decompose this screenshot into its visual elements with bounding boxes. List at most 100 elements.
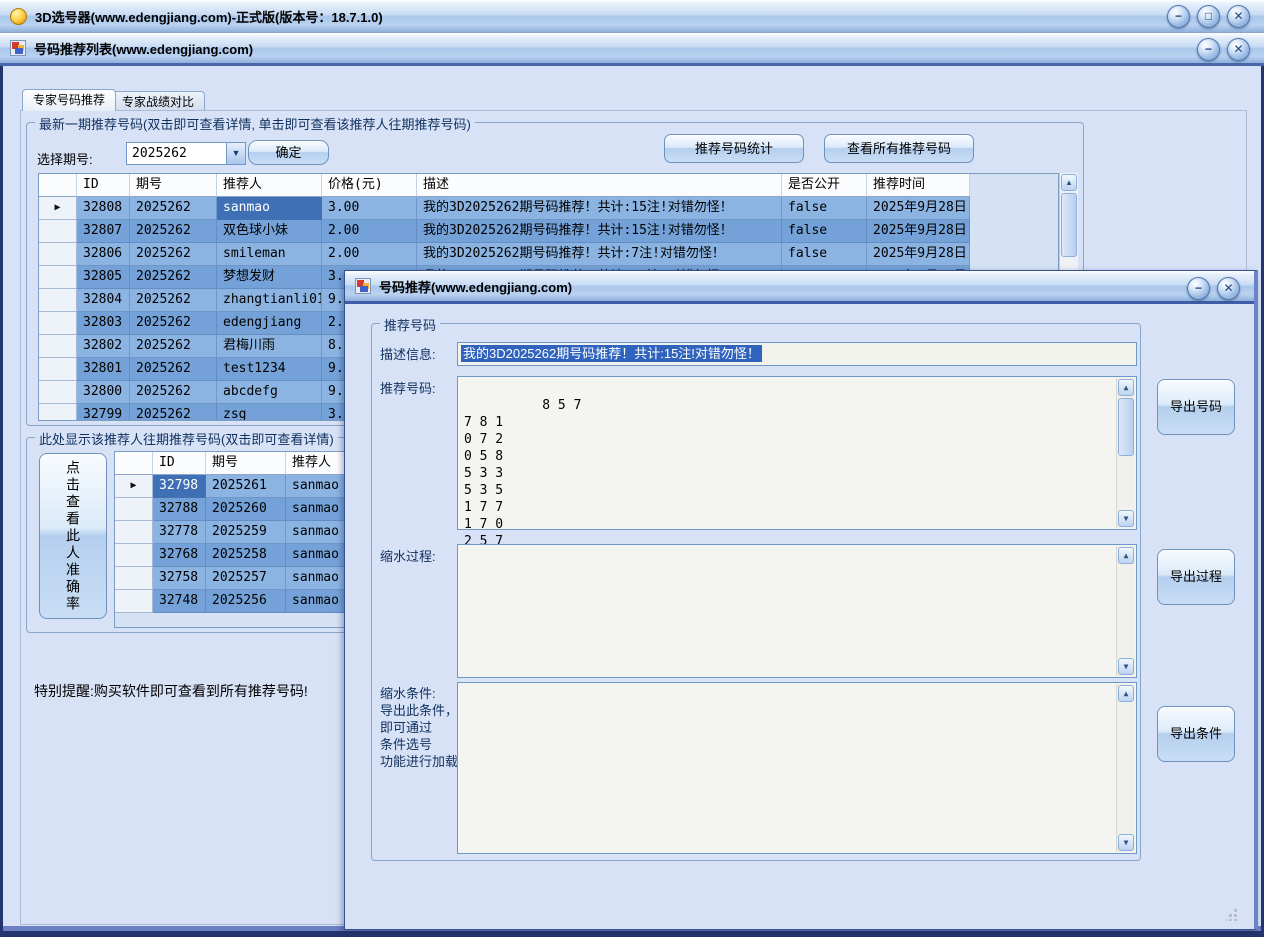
- cell: 描述: [417, 174, 782, 197]
- cell: zsg: [217, 404, 322, 421]
- cell: 期号: [206, 452, 286, 475]
- table-row[interactable]: 328072025262双色球小妹2.00我的3D2025262期号码推荐！共计…: [39, 220, 970, 243]
- export-numbers-button[interactable]: 导出号码: [1157, 379, 1235, 435]
- cell: [115, 590, 153, 613]
- minimize-button[interactable]: −: [1167, 5, 1190, 28]
- cell: 我的3D2025262期号码推荐！共计:15注!对错勿怪！: [417, 220, 782, 243]
- confirm-button[interactable]: 确定: [248, 140, 329, 165]
- cell: 32788: [153, 498, 206, 521]
- cell: 2025258: [206, 544, 286, 567]
- group-title: 推荐号码: [380, 315, 440, 334]
- list-window-title: 号码推荐列表(www.edengjiang.com): [34, 39, 253, 58]
- resize-grip-icon[interactable]: [1226, 909, 1238, 921]
- numbers-label: 推荐号码:: [380, 380, 436, 397]
- tab-expert-recommend[interactable]: 专家号码推荐: [22, 89, 116, 111]
- scroll-up-icon[interactable]: ▲: [1118, 379, 1134, 396]
- minimize-button[interactable]: −: [1197, 38, 1220, 61]
- cell: 2025262: [130, 289, 217, 312]
- main-window-titlebar: 3D选号器(www.edengjiang.com)-正式版(版本号：18.7.1…: [0, 0, 1264, 33]
- cell: 期号: [130, 174, 217, 197]
- cell: 2025256: [206, 590, 286, 613]
- cell: 3.00: [322, 197, 417, 220]
- form-app-icon: [355, 278, 371, 294]
- cell: ▶: [115, 475, 153, 498]
- textarea-scrollbar[interactable]: ▲ ▼: [1116, 546, 1135, 676]
- reminder-text: 特别提醒:购买软件即可查看到所有推荐号码!: [34, 681, 308, 701]
- cell: 双色球小妹: [217, 220, 322, 243]
- condition-textarea[interactable]: ▲ ▼: [457, 682, 1137, 854]
- dialog-title: 号码推荐(www.edengjiang.com): [379, 277, 572, 296]
- scroll-up-icon[interactable]: ▲: [1061, 174, 1077, 191]
- scroll-down-icon[interactable]: ▼: [1118, 510, 1134, 527]
- minimize-button[interactable]: −: [1187, 277, 1210, 300]
- cell: 2025262: [130, 381, 217, 404]
- cell: 32805: [77, 266, 130, 289]
- cell: sanmao: [217, 197, 322, 220]
- tab-expert-compare[interactable]: 专家战绩对比: [111, 91, 205, 111]
- accuracy-button[interactable]: 点击查看此人准确率: [39, 453, 107, 619]
- numbers-text: 8 5 7 7 8 1 0 7 2 0 5 8 5 3 3 5 3 5 1 7 …: [464, 398, 581, 549]
- selected-text: 我的3D2025262期号码推荐！共计:15注!对错勿怪！: [461, 345, 762, 362]
- cell: ▶: [39, 197, 77, 220]
- cell: 32806: [77, 243, 130, 266]
- cell: 梦想发财: [217, 266, 322, 289]
- close-button[interactable]: ✕: [1227, 5, 1250, 28]
- maximize-button[interactable]: □: [1197, 5, 1220, 28]
- cell: 2025260: [206, 498, 286, 521]
- cell: 2025257: [206, 567, 286, 590]
- cell: 2025262: [130, 358, 217, 381]
- cell: [39, 381, 77, 404]
- cell: 32778: [153, 521, 206, 544]
- group-title: 此处显示该推荐人往期推荐号码(双击即可查看详情): [35, 429, 338, 448]
- cell: 32808: [77, 197, 130, 220]
- scroll-down-icon[interactable]: ▼: [1118, 834, 1134, 851]
- table-row[interactable]: ▶328082025262sanmao3.00我的3D2025262期号码推荐！…: [39, 197, 970, 220]
- cell: 我的3D2025262期号码推荐！共计:7注!对错勿怪！: [417, 243, 782, 266]
- close-button[interactable]: ✕: [1227, 38, 1250, 61]
- numbers-textarea[interactable]: 8 5 7 7 8 1 0 7 2 0 5 8 5 3 3 5 3 5 1 7 …: [457, 376, 1137, 530]
- cell: ID: [153, 452, 206, 475]
- view-all-button[interactable]: 查看所有推荐号码: [824, 134, 974, 163]
- cell: 32801: [77, 358, 130, 381]
- scroll-thumb[interactable]: [1061, 193, 1077, 257]
- cell: 2025261: [206, 475, 286, 498]
- cell: 推荐时间: [867, 174, 970, 197]
- scroll-thumb[interactable]: [1118, 398, 1134, 456]
- cell: [39, 220, 77, 243]
- desc-label: 描述信息:: [380, 346, 436, 363]
- cell: test1234: [217, 358, 322, 381]
- cell: 2025262: [130, 197, 217, 220]
- cell: 推荐人: [217, 174, 322, 197]
- cell: 2025年9月28日: [867, 243, 970, 266]
- table-header: ID期号推荐人价格(元)描述是否公开推荐时间: [39, 174, 970, 197]
- period-combobox[interactable]: 2025262 ▼: [126, 142, 246, 165]
- cell: false: [782, 243, 867, 266]
- dialog-titlebar: 号码推荐(www.edengjiang.com) − ✕: [345, 271, 1254, 304]
- cell: false: [782, 220, 867, 243]
- scroll-down-icon[interactable]: ▼: [1118, 658, 1134, 675]
- cell: [39, 243, 77, 266]
- cell: [39, 312, 77, 335]
- textarea-scrollbar[interactable]: ▲ ▼: [1116, 684, 1135, 852]
- export-process-button[interactable]: 导出过程: [1157, 549, 1235, 605]
- cell: 是否公开: [782, 174, 867, 197]
- process-label: 缩水过程:: [380, 548, 436, 565]
- cell: 32758: [153, 567, 206, 590]
- chevron-down-icon[interactable]: ▼: [226, 143, 245, 164]
- textarea-scrollbar[interactable]: ▲ ▼: [1116, 378, 1135, 528]
- desc-input[interactable]: 我的3D2025262期号码推荐！共计:15注!对错勿怪！: [457, 342, 1137, 366]
- export-condition-button[interactable]: 导出条件: [1157, 706, 1235, 762]
- stats-button[interactable]: 推荐号码统计: [664, 134, 804, 163]
- scroll-up-icon[interactable]: ▲: [1118, 685, 1134, 702]
- cell: 32803: [77, 312, 130, 335]
- cell: 2025262: [130, 312, 217, 335]
- table-row[interactable]: 328062025262smileman2.00我的3D2025262期号码推荐…: [39, 243, 970, 266]
- cell: [39, 404, 77, 421]
- period-value: 2025262: [127, 143, 226, 164]
- cell: 32802: [77, 335, 130, 358]
- close-button[interactable]: ✕: [1217, 277, 1240, 300]
- process-textarea[interactable]: ▲ ▼: [457, 544, 1137, 678]
- condition-label: 缩水条件: 导出此条件， 即可通过 条件选号 功能进行加载: [380, 685, 458, 770]
- cell: 2025262: [130, 335, 217, 358]
- scroll-up-icon[interactable]: ▲: [1118, 547, 1134, 564]
